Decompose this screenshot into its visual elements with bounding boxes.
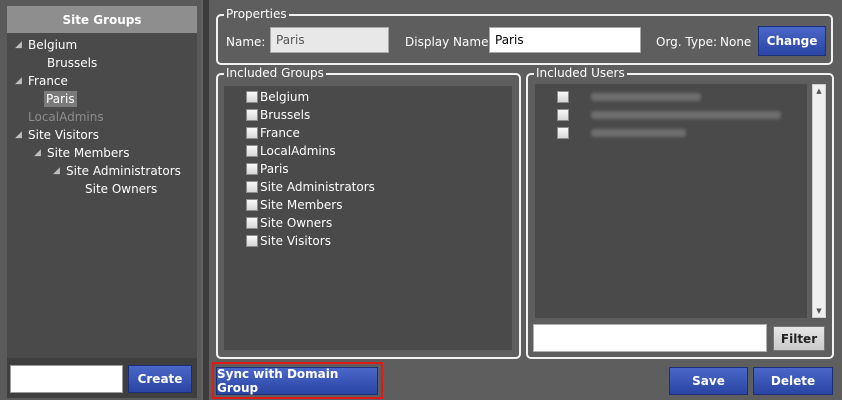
checkbox[interactable] (246, 235, 258, 247)
checkbox[interactable] (246, 217, 258, 229)
redacted-user-name (591, 93, 701, 101)
list-item[interactable]: France (246, 124, 300, 142)
tree-node-paris[interactable]: Paris (44, 90, 77, 108)
filter-button[interactable]: Filter (773, 326, 825, 351)
display-name-field[interactable]: Paris (489, 27, 641, 53)
expand-triangle-icon[interactable]: ◢ (15, 36, 22, 54)
save-button[interactable]: Save (669, 367, 748, 395)
properties-legend: Properties (224, 7, 289, 21)
checkbox[interactable] (246, 181, 258, 193)
tree-node-france[interactable]: ◢ France (15, 72, 68, 90)
tree-node-site-members[interactable]: ◢ Site Members (34, 144, 129, 162)
list-item[interactable]: Site Visitors (246, 232, 331, 250)
checkbox[interactable] (246, 91, 258, 103)
scroll-down-arrow-icon[interactable]: ▼ (813, 305, 825, 317)
included-users-legend: Included Users (534, 66, 627, 80)
checkbox[interactable] (246, 109, 258, 121)
checkbox[interactable] (246, 163, 258, 175)
expand-triangle-icon[interactable]: ◢ (15, 126, 22, 144)
panel-splitter[interactable] (203, 0, 209, 400)
list-item[interactable]: LocalAdmins (246, 142, 336, 160)
tree-node-belgium[interactable]: ◢ Belgium (15, 36, 77, 54)
name-label: Name: (226, 35, 266, 49)
delete-button[interactable]: Delete (753, 367, 833, 395)
list-item[interactable]: Paris (246, 160, 289, 178)
expand-triangle-icon[interactable]: ◢ (34, 144, 41, 162)
tree-node-site-owners[interactable]: Site Owners (85, 180, 157, 198)
users-list-scrollbar[interactable]: ▲ ▼ (812, 84, 826, 318)
list-item[interactable]: Brussels (246, 106, 310, 124)
name-field[interactable]: Paris (270, 27, 389, 53)
list-item[interactable]: Belgium (246, 88, 309, 106)
checkbox[interactable] (557, 127, 569, 139)
expand-triangle-icon[interactable]: ◢ (53, 162, 60, 180)
redacted-user-name (591, 129, 686, 137)
site-groups-panel: Site Groups ◢ Belgium Brussels ◢ France … (0, 0, 201, 400)
list-item[interactable]: Site Administrators (246, 178, 375, 196)
expand-triangle-icon[interactable]: ◢ (15, 72, 22, 90)
org-type-value: None (720, 35, 752, 49)
create-button[interactable]: Create (128, 365, 192, 393)
list-item[interactable]: Site Members (246, 196, 342, 214)
list-item[interactable] (557, 88, 701, 106)
list-item[interactable] (557, 106, 781, 124)
included-groups-legend: Included Groups (224, 66, 326, 80)
checkbox[interactable] (557, 109, 569, 121)
user-filter-input[interactable] (533, 324, 767, 352)
tree-node-brussels[interactable]: Brussels (47, 54, 97, 72)
checkbox[interactable] (246, 127, 258, 139)
redacted-user-name (591, 111, 781, 119)
tree-node-localadmins[interactable]: LocalAdmins (28, 108, 104, 126)
included-users-list (535, 84, 807, 318)
sync-with-domain-group-button[interactable]: Sync with Domain Group (216, 367, 378, 395)
change-org-type-button[interactable]: Change (758, 26, 826, 56)
site-groups-tree: ◢ Belgium Brussels ◢ France Paris LocalA… (7, 33, 197, 358)
site-groups-title: Site Groups (7, 6, 197, 33)
list-item[interactable] (557, 124, 686, 142)
tree-node-site-administrators[interactable]: ◢ Site Administrators (53, 162, 181, 180)
new-group-name-input[interactable] (10, 365, 123, 393)
included-groups-list: Belgium Brussels France LocalAdmins Pari… (224, 86, 512, 350)
display-name-label: Display Name: (405, 35, 493, 49)
checkbox[interactable] (246, 145, 258, 157)
checkbox[interactable] (557, 91, 569, 103)
org-type-label: Org. Type: (656, 35, 718, 49)
tree-node-site-visitors[interactable]: ◢ Site Visitors (15, 126, 99, 144)
scroll-up-arrow-icon[interactable]: ▲ (813, 85, 825, 97)
list-item[interactable]: Site Owners (246, 214, 332, 232)
checkbox[interactable] (246, 199, 258, 211)
